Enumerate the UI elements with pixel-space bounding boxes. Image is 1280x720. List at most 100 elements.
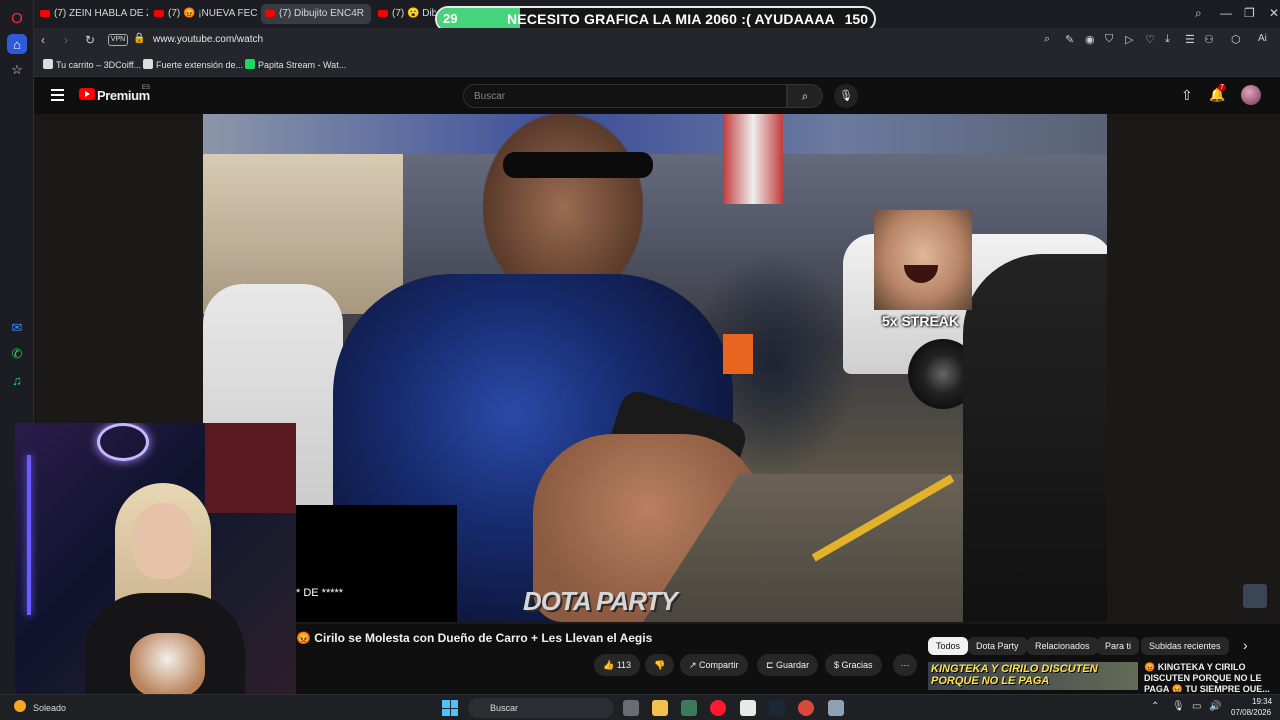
webcam-overlay (15, 423, 296, 708)
shield-icon[interactable]: ⛉ (1105, 33, 1113, 46)
address-bar: ‹ › ↻ VPN 🔒 www.youtube.com/watch ⌕ ✎ ◉ … (34, 28, 1280, 53)
youtube-icon (378, 9, 388, 17)
forward-icon[interactable]: › (64, 33, 68, 47)
search-input[interactable]: Buscar (463, 84, 787, 108)
video-caption-text: * DE ***** (296, 587, 344, 599)
dislike-button[interactable]: 👎 (645, 654, 675, 676)
video-roof (203, 114, 1107, 154)
tab-item-active[interactable]: (7) Dibujito ENC4R (261, 4, 371, 24)
edit-icon[interactable]: ✎ (1065, 33, 1074, 46)
bookmark-favicon-icon (43, 59, 53, 69)
download-icon[interactable]: ⤓ (1165, 33, 1170, 46)
video-watermark: DOTA PARTY (523, 586, 678, 616)
share-button[interactable]: ↗ Compartir (680, 654, 748, 676)
url-field[interactable]: www.youtube.com/watch (153, 34, 263, 45)
file-explorer-icon[interactable] (652, 700, 668, 716)
microphone-icon[interactable]: 🎙 (834, 84, 858, 108)
task-view-icon[interactable] (623, 700, 639, 716)
youtube-icon (40, 9, 50, 17)
app-icon[interactable] (798, 700, 814, 716)
extensions-icon[interactable]: ⬡ (1231, 33, 1241, 46)
youtube-logo-icon[interactable] (79, 88, 95, 100)
share-icon: ↗ (689, 660, 700, 670)
tab-item[interactable]: (7) 😡 ¡NUEVA FECHA par (150, 4, 258, 24)
thumbs-up-icon: 👍 (603, 660, 617, 670)
reload-icon[interactable]: ↻ (85, 33, 95, 47)
region-code: ES (142, 85, 151, 91)
chip-recent-uploads[interactable]: Subidas recientes (1141, 637, 1229, 655)
spotify-icon[interactable]: ♫ (7, 370, 27, 390)
poll-total: 150 (844, 11, 868, 27)
menu-lines-icon[interactable]: ☰ (1185, 33, 1195, 46)
thumbs-down-icon: 👎 (654, 660, 666, 670)
show-hidden-icons-icon[interactable]: ⌃ (1151, 701, 1159, 712)
tab-search-icon[interactable]: ⌕ (1195, 6, 1202, 21)
cat (130, 633, 205, 698)
bookmark-item[interactable]: Papita Stream - Wat... (245, 59, 346, 70)
opera-browser-icon[interactable] (710, 700, 726, 716)
settings-gear-icon[interactable] (828, 700, 844, 716)
video-flag (723, 114, 783, 204)
thanks-button[interactable]: $ Gracias (825, 654, 882, 676)
bookmark-icon: ⊏ (766, 660, 777, 670)
bookmark-item[interactable]: Fuerte extensión de... (143, 59, 243, 70)
video-sunglasses (503, 152, 653, 178)
network-icon[interactable]: ▭ (1192, 701, 1201, 712)
search-button-icon[interactable]: ⌕ (787, 84, 823, 108)
volume-icon[interactable]: 🔊 (1209, 701, 1221, 712)
related-video-thumbnail[interactable]: KINGTEKA Y CIRILO DISCUTEN PORQUE NO LE … (928, 662, 1138, 690)
more-actions-button[interactable]: ··· (893, 654, 917, 676)
streamer-face (133, 503, 193, 579)
chevron-right-icon[interactable]: › (1243, 637, 1248, 653)
home-icon[interactable]: ⌂ (7, 34, 27, 54)
opera-logo-icon[interactable]: O (7, 8, 27, 28)
camera-icon[interactable]: ◉ (1085, 33, 1095, 46)
close-icon[interactable]: ✕ (1269, 6, 1279, 20)
profile-icon[interactable]: ⚇ (1204, 33, 1214, 46)
bookmark-item[interactable]: Tu carrito – 3DCoiff... (43, 59, 141, 70)
webcam-flag (205, 423, 296, 513)
chip-for-you[interactable]: Para ti (1097, 637, 1140, 655)
avatar[interactable] (1241, 85, 1261, 105)
weather-label[interactable]: Soleado (33, 703, 66, 713)
related-video-title[interactable]: 😡 KINGTEKA Y CIRILO DISCUTEN PORQUE NO L… (1144, 662, 1270, 692)
whatsapp-icon[interactable]: ✆ (7, 344, 27, 364)
dollar-icon: $ (834, 660, 842, 670)
chip-all[interactable]: Todos (928, 637, 969, 655)
tab-item[interactable]: (7) 😮 Dibujit (374, 4, 436, 24)
steam-icon[interactable] (769, 700, 785, 716)
minimize-icon[interactable]: — (1220, 6, 1232, 20)
save-button[interactable]: ⊏ Guardar (757, 654, 819, 676)
heart-icon[interactable]: ♡ (1145, 33, 1155, 46)
lock-icon[interactable]: 🔒 (133, 33, 145, 44)
video-caption-box (296, 505, 457, 622)
video-corner-thumbnail[interactable] (1243, 584, 1267, 608)
restore-icon[interactable]: ❐ (1244, 6, 1255, 20)
aria-ai-button[interactable]: Ai (1258, 33, 1267, 44)
taskbar-search-input[interactable]: Buscar (468, 698, 614, 718)
chip-dota-party[interactable]: Dota Party (968, 637, 1027, 655)
neon-ring-light (97, 423, 149, 461)
play-icon[interactable]: ▷ (1125, 33, 1133, 46)
windows-start-icon[interactable] (442, 700, 458, 716)
vpn-badge[interactable]: VPN (108, 34, 128, 46)
app-icon[interactable] (681, 700, 697, 716)
microphone-tray-icon[interactable]: 🎙 (1172, 701, 1185, 712)
video-person-head (483, 114, 643, 284)
back-icon[interactable]: ‹ (41, 33, 45, 47)
clock-time[interactable]: 19:34 (1252, 697, 1272, 706)
notepad-icon[interactable] (740, 700, 756, 716)
video-orange-cart (723, 334, 753, 374)
upload-icon[interactable]: ⇧ (1181, 87, 1193, 104)
search-icon[interactable]: ⌕ (1044, 33, 1050, 46)
clock-date[interactable]: 07/08/2026 (1231, 708, 1271, 717)
bookmark-favicon-icon (143, 59, 153, 69)
tab-item[interactable]: (7) ZEIN HABLA DE ZULLY (36, 4, 148, 24)
weather-sun-icon[interactable] (14, 700, 26, 712)
hamburger-menu-icon[interactable] (51, 89, 64, 101)
bookmarks-star-icon[interactable]: ☆ (7, 60, 27, 80)
like-button[interactable]: 👍 113 (594, 654, 641, 676)
messenger-icon[interactable]: ✉ (7, 318, 27, 338)
chip-related[interactable]: Relacionados (1027, 637, 1098, 655)
windows-taskbar: Soleado ⌕ Buscar ⌃ 🎙 ▭ 🔊 19:34 07/08/202… (0, 694, 1280, 720)
